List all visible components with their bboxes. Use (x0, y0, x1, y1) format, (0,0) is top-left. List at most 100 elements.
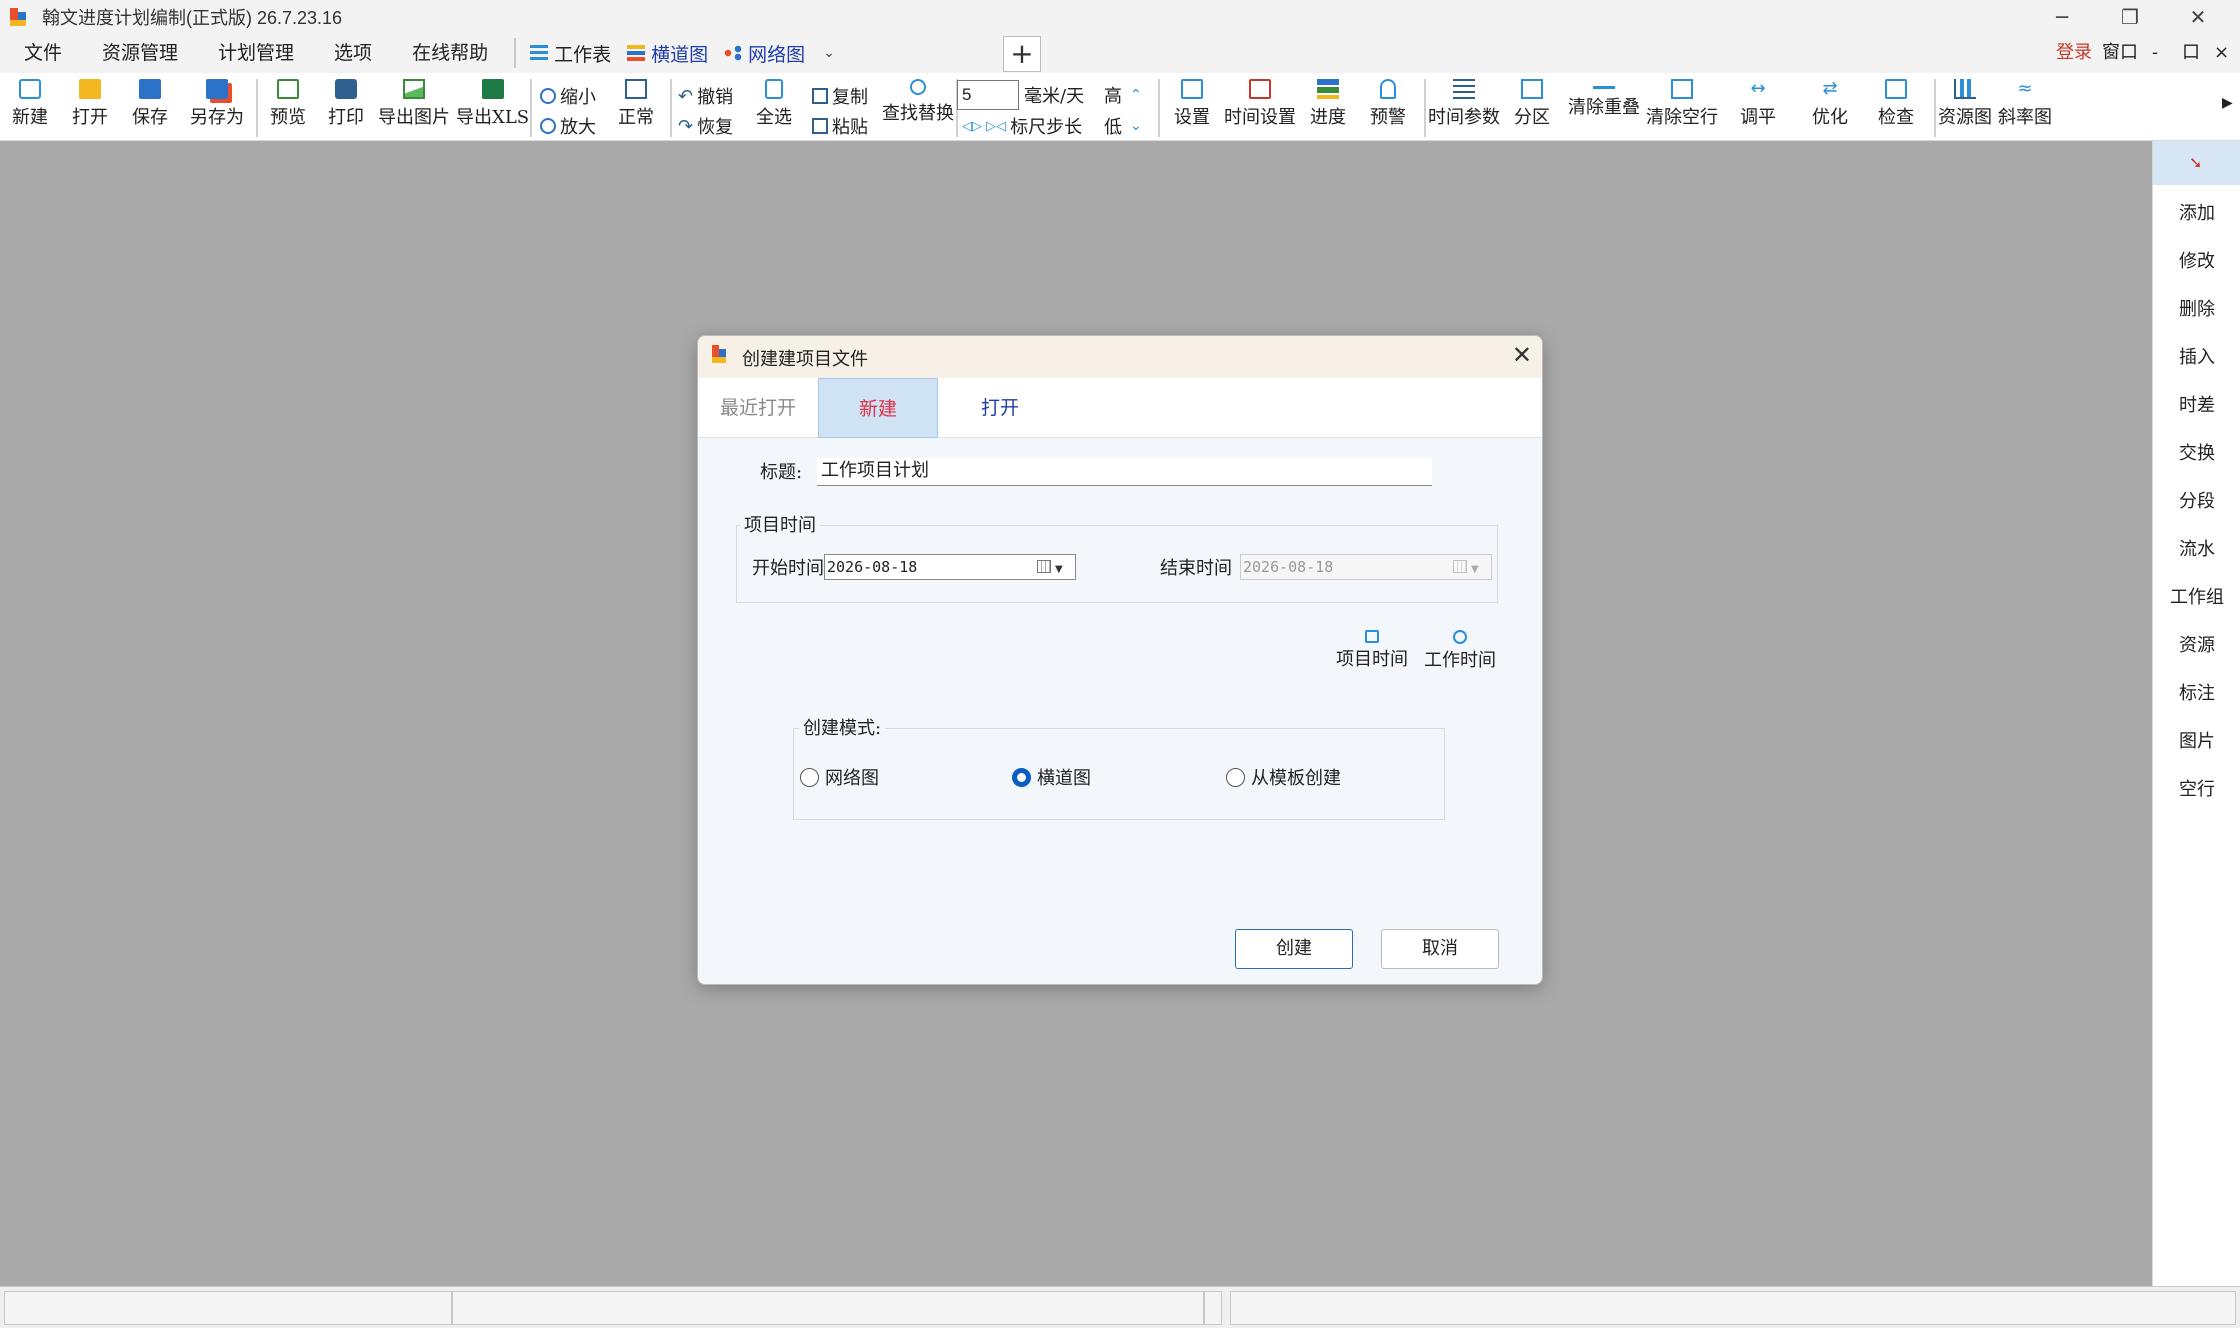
find-replace-button[interactable]: 查找替换 (882, 79, 954, 125)
side-item-work-group[interactable]: 工作组 (2153, 583, 2240, 609)
tab-new[interactable]: 新建 (818, 378, 938, 438)
chevron-down-icon[interactable]: ▼ (1055, 558, 1063, 582)
zoom-in-button[interactable]: 放大 (540, 113, 596, 139)
high-button[interactable]: 高 ⌃ (1104, 82, 1142, 108)
tab-recent[interactable]: 最近打开 (706, 378, 810, 438)
warning-button[interactable]: 预警 (1370, 79, 1406, 129)
close-window-button[interactable]: ✕ (2164, 0, 2232, 33)
check-button[interactable]: 检查 (1878, 79, 1914, 129)
export-xls-button[interactable]: 导出XLS (456, 79, 529, 129)
view-tab-gantt[interactable]: 横道图 (619, 33, 716, 73)
add-view-button[interactable]: + (1003, 36, 1041, 72)
mdi-minimize-button[interactable]: - (2152, 33, 2158, 73)
normal-zoom-button[interactable]: 正常 (618, 79, 654, 129)
side-item-segment[interactable]: 分段 (2153, 487, 2240, 513)
status-cell (452, 1291, 1204, 1325)
select-all-label: 全选 (756, 107, 792, 128)
paste-button[interactable]: 粘贴 (812, 113, 868, 139)
login-link[interactable]: 登录 (2056, 33, 2092, 73)
pointer-tool-button[interactable]: ➘ (2153, 141, 2240, 185)
resource-chart-button[interactable]: 资源图 (1938, 79, 1992, 129)
select-all-button[interactable]: 全选 (756, 79, 792, 129)
mdi-restore-button[interactable]: 口 (2182, 33, 2200, 73)
arrows-horizontal-icon: ↔ (1750, 78, 1766, 99)
view-tab-worksheet-label: 工作表 (554, 43, 612, 66)
menu-window[interactable]: 窗口 (2102, 33, 2138, 73)
project-time-link[interactable]: 项目时间 (1336, 630, 1408, 671)
side-item-annotation[interactable]: 标注 (2153, 679, 2240, 705)
new-button[interactable]: 新建 (12, 79, 48, 129)
dialog-title: 创建建项目文件 (742, 349, 868, 370)
work-time-link[interactable]: 工作时间 (1424, 630, 1496, 672)
menu-resource-management[interactable]: 资源管理 (82, 33, 198, 73)
side-item-delete[interactable]: 删除 (2153, 295, 2240, 321)
restore-window-button[interactable]: ❐ (2096, 0, 2164, 33)
side-item-float[interactable]: 时差 (2153, 391, 2240, 417)
menu-file[interactable]: 文件 (0, 33, 82, 73)
clear-overlap-button[interactable]: 清除重叠 (1568, 79, 1640, 119)
redo-button[interactable]: ↷ 恢复 (678, 113, 733, 139)
side-item-swap[interactable]: 交换 (2153, 439, 2240, 465)
export-image-button[interactable]: 导出图片 (378, 79, 450, 129)
arrow-down-icon: ⌄ (1130, 118, 1142, 134)
side-item-resource[interactable]: 资源 (2153, 631, 2240, 657)
save-button-label: 保存 (132, 107, 168, 128)
calendar-icon[interactable] (1037, 560, 1051, 573)
progress-label: 进度 (1310, 107, 1346, 128)
chevron-down-icon[interactable]: ⌄ (823, 45, 835, 61)
time-params-button[interactable]: 时间参数 (1428, 79, 1500, 129)
minimize-window-button[interactable]: ─ (2028, 0, 2096, 33)
radio-network[interactable]: 网络图 (800, 764, 879, 790)
scale-input[interactable]: 5 (957, 80, 1019, 110)
zoom-out-button[interactable]: 缩小 (540, 83, 596, 109)
cancel-button[interactable]: 取消 (1381, 929, 1499, 969)
slope-chart-button[interactable]: ≈ 斜率图 (1998, 79, 2052, 129)
bar-chart-icon (1954, 79, 1976, 99)
preview-button[interactable]: 预览 (270, 79, 306, 129)
ruler-arrows-icon: ◁▷ ▷◁ (962, 118, 1007, 134)
view-tab-gantt-label: 横道图 (651, 43, 709, 66)
view-tab-network[interactable]: 网络图 (716, 33, 813, 73)
menu-options[interactable]: 选项 (314, 33, 392, 73)
close-icon[interactable]: ✕ (1512, 341, 1532, 369)
create-project-dialog: 创建建项目文件 ✕ 最近打开 新建 打开 标题: 工作项目计划 项目时间 开始时… (697, 335, 1543, 985)
open-button[interactable]: 打开 (72, 79, 108, 129)
menu-online-help[interactable]: 在线帮助 (392, 33, 508, 73)
save-as-button[interactable]: 另存为 (190, 79, 244, 129)
radio-template[interactable]: 从模板创建 (1226, 764, 1341, 790)
side-item-modify[interactable]: 修改 (2153, 247, 2240, 273)
level-button[interactable]: ↔ 调平 (1740, 79, 1776, 129)
title-input[interactable]: 工作项目计划 (817, 458, 1132, 486)
side-item-insert[interactable]: 插入 (2153, 343, 2240, 369)
optimize-button[interactable]: ⇄ 优化 (1812, 79, 1848, 129)
toolbar-overflow-icon[interactable]: ▶ (2222, 95, 2233, 111)
low-button[interactable]: 低 ⌄ (1104, 113, 1142, 139)
find-replace-label: 查找替换 (882, 103, 954, 124)
partition-button[interactable]: 分区 (1514, 79, 1550, 129)
side-item-add[interactable]: 添加 (2153, 199, 2240, 225)
view-tab-worksheet[interactable]: 工作表 (522, 33, 619, 73)
progress-button[interactable]: 进度 (1310, 79, 1346, 129)
save-button[interactable]: 保存 (132, 79, 168, 129)
radio-gantt[interactable]: 横道图 (1012, 764, 1091, 790)
settings-button[interactable]: 设置 (1174, 79, 1210, 129)
start-date-picker[interactable]: 2026-08-18 ▼ (824, 554, 1076, 580)
ruler-step-control[interactable]: ◁▷ ▷◁ 标尺步长 (962, 113, 1082, 139)
menu-plan-management[interactable]: 计划管理 (198, 33, 314, 73)
title-input-extension[interactable] (1132, 458, 1432, 486)
time-params-label: 时间参数 (1428, 107, 1500, 128)
side-item-image[interactable]: 图片 (2153, 727, 2240, 753)
resource-chart-label: 资源图 (1938, 107, 1992, 128)
copy-button[interactable]: 复制 (812, 83, 868, 109)
tab-open[interactable]: 打开 (948, 378, 1052, 438)
calendar-icon (1249, 79, 1271, 99)
time-settings-button[interactable]: 时间设置 (1224, 79, 1296, 129)
toolbar-separator (256, 79, 258, 137)
mdi-close-button[interactable]: × (2214, 33, 2229, 73)
create-button[interactable]: 创建 (1235, 929, 1353, 969)
undo-button[interactable]: ↶ 撤销 (678, 83, 733, 109)
side-item-empty-row[interactable]: 空行 (2153, 775, 2240, 801)
clear-empty-rows-button[interactable]: 清除空行 (1646, 79, 1718, 129)
print-button[interactable]: 打印 (328, 79, 364, 129)
side-item-flow[interactable]: 流水 (2153, 535, 2240, 561)
